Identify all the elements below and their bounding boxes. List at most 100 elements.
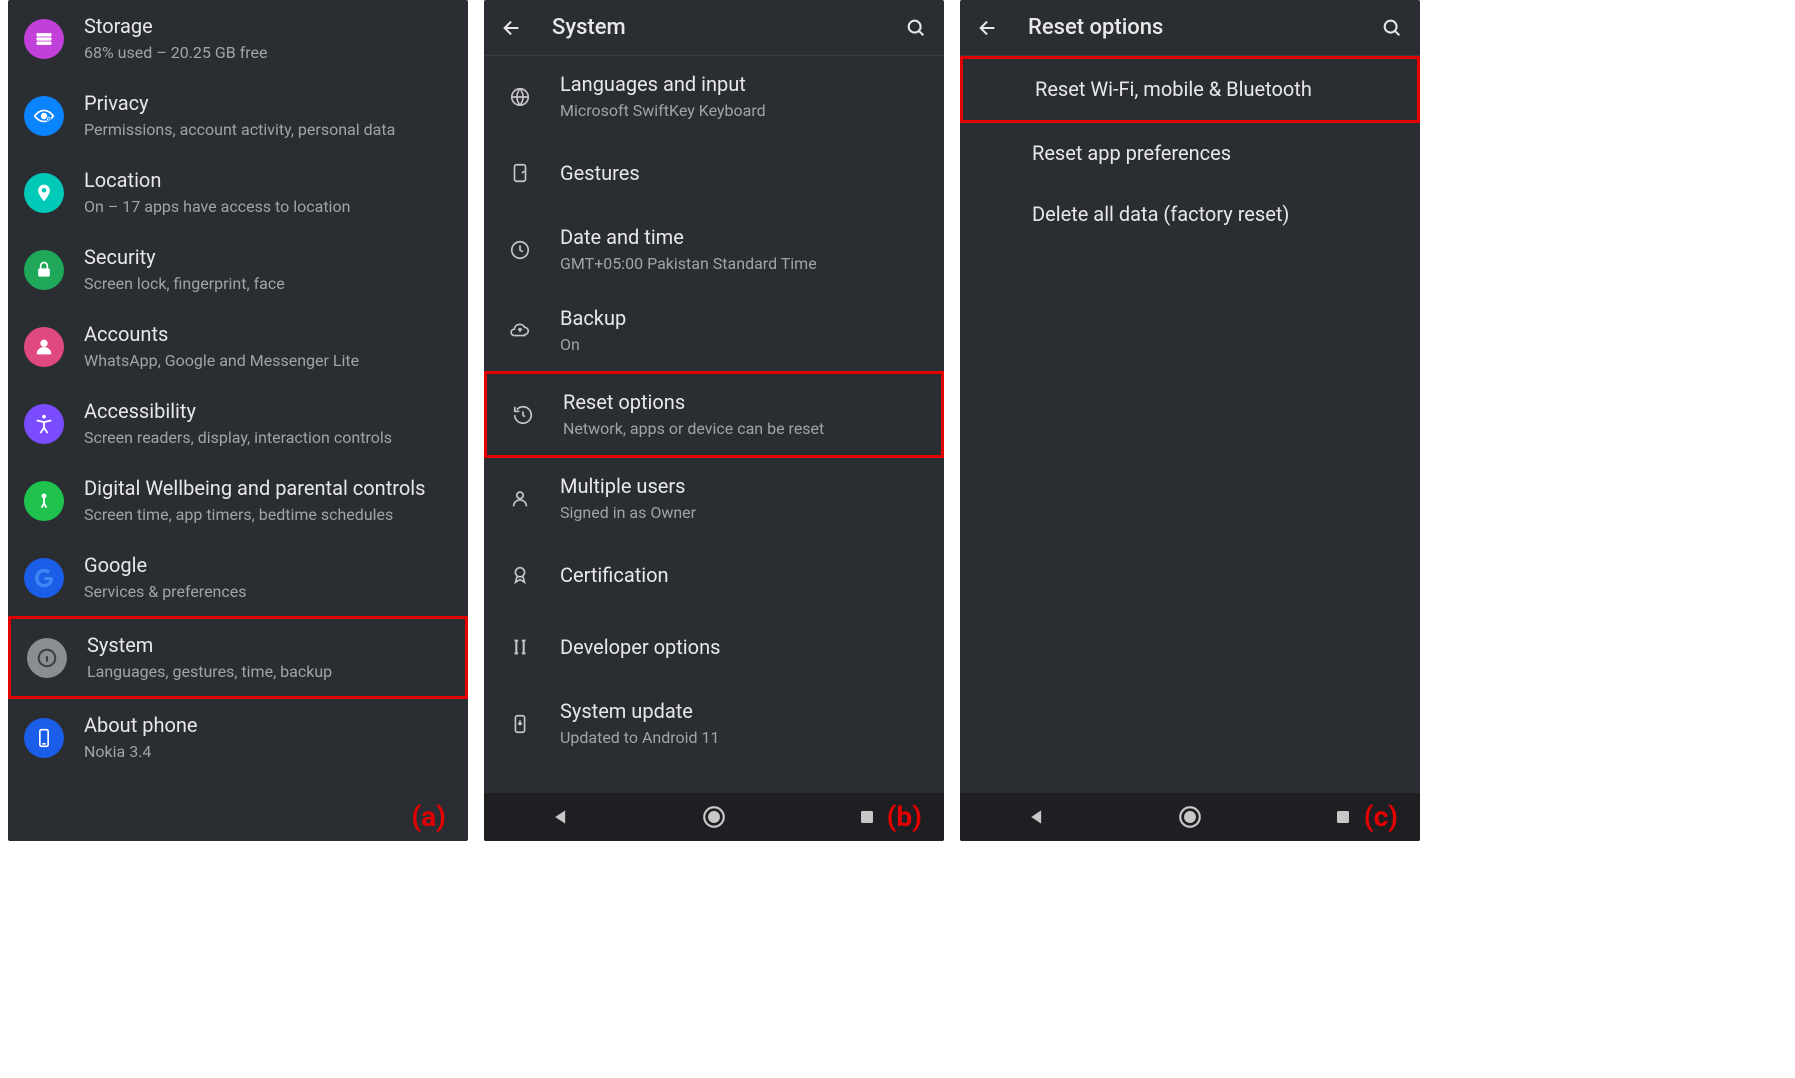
person-icon	[500, 479, 540, 519]
privacy-icon	[24, 96, 64, 136]
reset-item-reset-app-preferences[interactable]: Reset app preferences	[960, 123, 1420, 184]
back-button[interactable]	[500, 16, 524, 40]
item-subtitle: Languages, gestures, time, backup	[87, 662, 332, 682]
page-title: Reset options	[1028, 15, 1163, 40]
panel-tag-b: (b)	[887, 800, 922, 833]
settings-item-privacy[interactable]: Privacy Permissions, account activity, pe…	[8, 77, 468, 154]
system-item-certification[interactable]: Certification	[484, 539, 944, 611]
item-subtitle: Updated to Android 11	[560, 728, 720, 748]
item-title: Delete all data (factory reset)	[1032, 202, 1289, 227]
nav-back-icon[interactable]	[1022, 802, 1052, 832]
item-title: Accessibility	[84, 399, 392, 424]
android-nav-bar	[484, 793, 944, 841]
settings-item-storage[interactable]: Storage 68% used – 20.25 GB free	[8, 0, 468, 77]
system-item-date-and-time[interactable]: Date and time GMT+05:00 Pakistan Standard…	[484, 209, 944, 290]
system-item-reset-options[interactable]: Reset options Network, apps or device can…	[484, 371, 944, 458]
item-subtitle: GMT+05:00 Pakistan Standard Time	[560, 254, 817, 274]
item-title: System update	[560, 699, 720, 724]
item-title: Security	[84, 245, 285, 270]
settings-item-security[interactable]: Security Screen lock, fingerprint, face	[8, 231, 468, 308]
item-title: Reset options	[563, 390, 824, 415]
dev-icon	[500, 627, 540, 667]
reset-item-reset-wi-fi-mobile-bluetooth[interactable]: Reset Wi-Fi, mobile & Bluetooth	[960, 56, 1420, 123]
nav-recents-icon[interactable]	[1328, 802, 1358, 832]
item-title: Location	[84, 168, 350, 193]
search-icon[interactable]	[904, 16, 928, 40]
lock-icon	[24, 250, 64, 290]
system-item-system-update[interactable]: System update Updated to Android 11	[484, 683, 944, 764]
android-nav-bar	[960, 793, 1420, 841]
item-subtitle: Screen lock, fingerprint, face	[84, 274, 285, 294]
settings-item-accounts[interactable]: Accounts WhatsApp, Google and Messenger L…	[8, 308, 468, 385]
settings-item-location[interactable]: Location On – 17 apps have access to loca…	[8, 154, 468, 231]
settings-panel-a: Storage 68% used – 20.25 GB free Privacy Pe…	[8, 0, 468, 841]
item-title: Reset app preferences	[1032, 141, 1231, 166]
item-title: About phone	[84, 713, 198, 738]
nav-back-icon[interactable]	[546, 802, 576, 832]
nav-recents-icon[interactable]	[852, 802, 882, 832]
system-item-multiple-users[interactable]: Multiple users Signed in as Owner	[484, 458, 944, 539]
account-icon	[24, 327, 64, 367]
item-title: Accounts	[84, 322, 359, 347]
google-icon	[24, 558, 64, 598]
item-title: Google	[84, 553, 247, 578]
item-subtitle: Signed in as Owner	[560, 503, 696, 523]
wellbeing-icon	[24, 481, 64, 521]
item-title: Storage	[84, 14, 268, 39]
panel-tag-c: (c)	[1364, 800, 1398, 833]
item-subtitle: Screen readers, display, interaction con…	[84, 428, 392, 448]
accessibility-icon	[24, 404, 64, 444]
page-title: System	[552, 15, 626, 40]
item-title: Digital Wellbeing and parental controls	[84, 476, 425, 501]
item-title: Developer options	[560, 635, 720, 660]
item-title: Backup	[560, 306, 626, 331]
item-subtitle: Network, apps or device can be reset	[563, 419, 824, 439]
reset-options-panel-c: Reset options Reset Wi-Fi, mobile & Blue…	[960, 0, 1420, 841]
settings-item-system[interactable]: System Languages, gestures, time, backup	[8, 616, 468, 699]
item-subtitle: 68% used – 20.25 GB free	[84, 43, 268, 63]
item-subtitle: On	[560, 335, 626, 355]
item-title: Reset Wi-Fi, mobile & Bluetooth	[1035, 77, 1312, 102]
clock-icon	[500, 230, 540, 270]
system-panel-b: System Languages and input Microsoft Swif…	[484, 0, 944, 841]
phone-icon	[24, 718, 64, 758]
item-subtitle: Permissions, account activity, personal …	[84, 120, 395, 140]
settings-item-accessibility[interactable]: Accessibility Screen readers, display, in…	[8, 385, 468, 462]
item-title: Multiple users	[560, 474, 696, 499]
item-title: Gestures	[560, 161, 640, 186]
info-icon	[27, 638, 67, 678]
backup-icon	[500, 311, 540, 351]
panel-tag-a: (a)	[411, 800, 446, 833]
location-icon	[24, 173, 64, 213]
item-title: Privacy	[84, 91, 395, 116]
item-subtitle: Microsoft SwiftKey Keyboard	[560, 101, 766, 121]
system-item-gestures[interactable]: Gestures	[484, 137, 944, 209]
system-item-backup[interactable]: Backup On	[484, 290, 944, 371]
gestures-icon	[500, 153, 540, 193]
search-icon[interactable]	[1380, 16, 1404, 40]
item-title: Certification	[560, 563, 669, 588]
item-title: Languages and input	[560, 72, 766, 97]
globe-icon	[500, 77, 540, 117]
header-b: System	[484, 0, 944, 56]
nav-home-icon[interactable]	[1175, 802, 1205, 832]
item-subtitle: On – 17 apps have access to location	[84, 197, 350, 217]
header-c: Reset options	[960, 0, 1420, 56]
system-item-developer-options[interactable]: Developer options	[484, 611, 944, 683]
update-icon	[500, 704, 540, 744]
settings-item-digital-wellbeing-and-parental-controls[interactable]: Digital Wellbeing and parental controls S…	[8, 462, 468, 539]
item-subtitle: WhatsApp, Google and Messenger Lite	[84, 351, 359, 371]
nav-home-icon[interactable]	[699, 802, 729, 832]
settings-item-google[interactable]: Google Services & preferences	[8, 539, 468, 616]
cert-icon	[500, 555, 540, 595]
reset-icon	[503, 395, 543, 435]
item-title: System	[87, 633, 332, 658]
back-button[interactable]	[976, 16, 1000, 40]
settings-item-about-phone[interactable]: About phone Nokia 3.4	[8, 699, 468, 776]
reset-item-delete-all-data-factory-reset-[interactable]: Delete all data (factory reset)	[960, 184, 1420, 245]
item-subtitle: Nokia 3.4	[84, 742, 198, 762]
item-title: Date and time	[560, 225, 817, 250]
item-subtitle: Screen time, app timers, bedtime schedul…	[84, 505, 425, 525]
item-subtitle: Services & preferences	[84, 582, 247, 602]
system-item-languages-and-input[interactable]: Languages and input Microsoft SwiftKey Ke…	[484, 56, 944, 137]
